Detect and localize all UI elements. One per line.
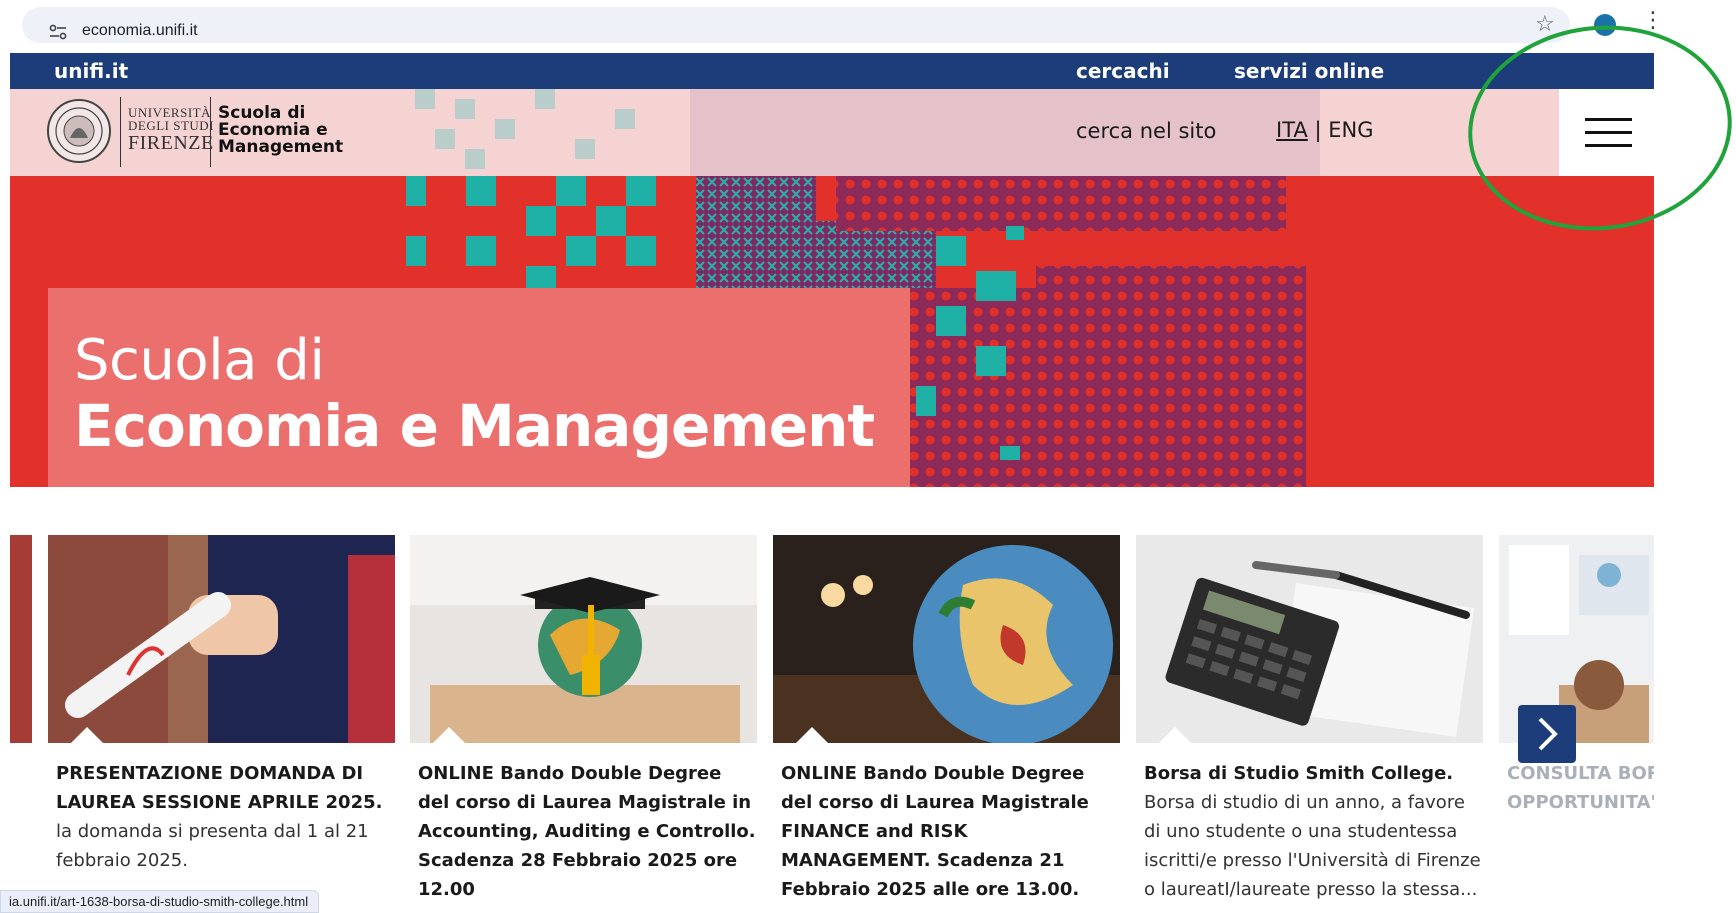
card-image-calculator[interactable] [1136,535,1483,743]
card-text[interactable]: PRESENTAZIONE DOMANDA DI LAUREA SESSIONE… [56,759,396,875]
address-bar[interactable]: economia.unifi.it [22,7,1570,43]
cercachi-link[interactable]: cercachi [1076,59,1170,83]
unifi-brand-link[interactable]: unifi.it [54,59,128,83]
school-name: Scuola di Economia e Management [218,103,344,157]
site-header: UNIVERSITÀ DEGLI STUDI FIRENZE Scuola di… [10,89,1654,176]
header-pattern [405,89,665,176]
card-image-globe[interactable] [773,535,1120,743]
hero-title-line1: Scuola di [74,328,325,393]
card-title[interactable]: Borsa di Studio Smith College. [1144,763,1453,784]
card-image-globe-cap[interactable] [410,535,757,743]
annotation-circle [1468,25,1732,231]
card-title[interactable]: ONLINE Bando Double Degree del corso di … [418,763,756,842]
card-body: la domanda si presenta dal 1 al 21 febbr… [56,821,369,871]
hero-title-line2: Economia e Management [74,392,875,460]
news-carousel: PRESENTAZIONE DOMANDA DI LAUREA SESSIONE… [10,535,1654,911]
lang-ita-link[interactable]: ITA [1276,118,1308,142]
hero-banner: Scuola di Economia e Management [10,176,1654,487]
url-text[interactable]: economia.unifi.it [82,22,198,40]
card-title[interactable]: CONSULTA BORSE E OPPORTUNITA' L [1507,763,1654,813]
card-image-graduation[interactable] [48,535,395,743]
university-name: UNIVERSITÀ DEGLI STUDI FIRENZE [128,105,215,154]
card-body: Scadenza 28 Febbraio 2025 ore 12.00 [418,850,738,900]
header-pattern-purple [690,89,1320,176]
lang-separator: | [1314,118,1322,142]
status-bar-url: ia.unifi.it/art-1638-borsa-di-studio-smi… [0,890,320,913]
card-text[interactable]: ONLINE Bando Double Degree del corso di … [418,759,758,904]
language-switcher: ITA | ENG [1276,118,1373,142]
card-text[interactable]: Borsa di Studio Smith College. Borsa di … [1144,759,1484,904]
carousel-next-button[interactable] [1518,705,1576,763]
university-logo[interactable]: UNIVERSITÀ DEGLI STUDI FIRENZE Scuola di… [10,89,350,176]
university-seal-icon [47,99,111,163]
card-body: Borsa di studio di un anno, a favore di … [1144,792,1481,900]
previous-card-edge [10,535,32,743]
site-topbar: unifi.it cercachi servizi online [10,53,1654,89]
card-text[interactable]: ONLINE Bando Double Degree del corso di … [781,759,1121,904]
chevron-right-icon [1538,717,1558,751]
card-text[interactable]: CONSULTA BORSE E OPPORTUNITA' L [1507,759,1654,817]
search-site-link[interactable]: cerca nel sito [1076,119,1216,143]
card-title[interactable]: PRESENTAZIONE DOMANDA DI LAUREA SESSIONE… [56,763,382,813]
lang-eng-link[interactable]: ENG [1328,118,1373,142]
servizi-online-link[interactable]: servizi online [1234,59,1384,83]
tune-icon[interactable] [48,23,68,41]
hero-title-box: Scuola di Economia e Management [48,288,910,487]
